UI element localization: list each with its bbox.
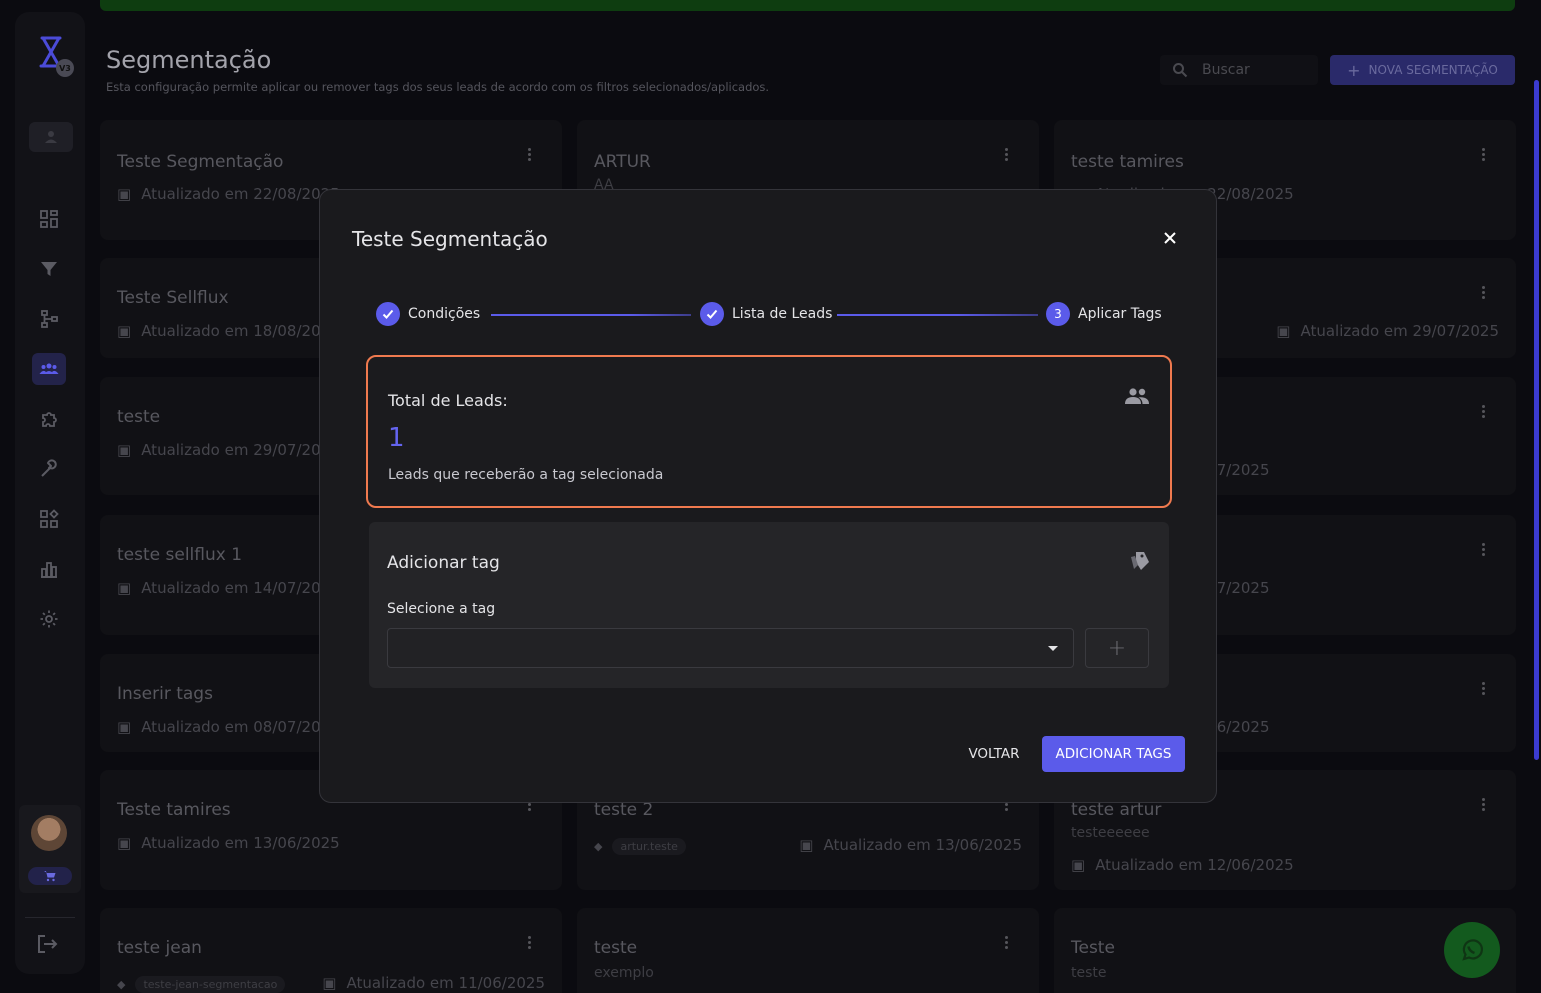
- plus-icon: +: [1107, 635, 1127, 661]
- people-icon: [1125, 388, 1149, 404]
- step-label: Condições: [408, 306, 481, 322]
- total-leads-subtitle: Leads que receberão a tag selecionada: [388, 467, 664, 483]
- step-label: Lista de Leads: [732, 306, 833, 322]
- tags-icon: [1131, 552, 1149, 570]
- total-leads-card: Total de Leads: 1 Leads que receberão a …: [366, 355, 1172, 508]
- back-button[interactable]: VOLTAR: [956, 736, 1032, 772]
- check-icon: [700, 302, 724, 326]
- select-tag-label: Selecione a tag: [387, 601, 496, 617]
- segmentation-modal: Teste Segmentação Condições Lista de Lea…: [319, 189, 1217, 803]
- total-leads-title: Total de Leads:: [388, 391, 508, 410]
- close-button[interactable]: [1158, 226, 1182, 250]
- chevron-down-icon: [1048, 646, 1058, 651]
- add-tag-button[interactable]: +: [1085, 628, 1149, 668]
- step-number: 3: [1046, 302, 1070, 326]
- step-label: Aplicar Tags: [1078, 306, 1162, 322]
- step-conditions[interactable]: Condições: [376, 302, 480, 326]
- add-tag-title: Adicionar tag: [387, 553, 500, 573]
- step-connector: [491, 314, 691, 316]
- modal-title: Teste Segmentação: [352, 227, 548, 251]
- close-icon: [1164, 232, 1176, 244]
- stepper: Condições Lista de Leads 3 Aplicar Tags: [376, 302, 1166, 328]
- add-tag-section: Adicionar tag Selecione a tag +: [369, 522, 1169, 688]
- step-apply-tags[interactable]: 3 Aplicar Tags: [1046, 302, 1162, 326]
- step-connector: [837, 314, 1038, 316]
- step-leads-list[interactable]: Lista de Leads: [700, 302, 832, 326]
- tag-select[interactable]: [387, 628, 1074, 668]
- check-icon: [376, 302, 400, 326]
- total-leads-count: 1: [388, 423, 405, 453]
- add-tags-button[interactable]: ADICIONAR TAGS: [1042, 736, 1185, 772]
